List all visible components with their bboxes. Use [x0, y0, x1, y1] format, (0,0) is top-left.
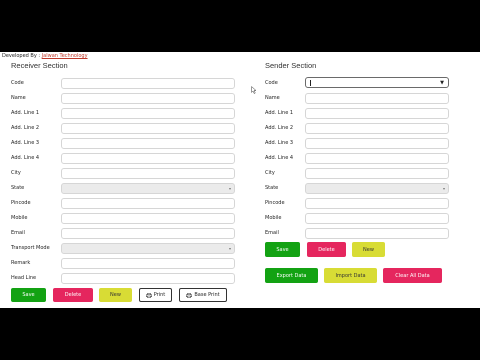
printer-icon: [145, 292, 152, 298]
sender-email-input[interactable]: [305, 228, 449, 239]
base-print-button[interactable]: Base Print: [179, 288, 227, 302]
sender-state-select[interactable]: ▾: [305, 183, 449, 194]
receiver-city-input[interactable]: [61, 168, 235, 179]
import-data-button[interactable]: Import Data: [324, 268, 377, 283]
print-label: Print: [153, 292, 166, 298]
sender-code-select[interactable]: ▼: [305, 77, 449, 88]
sender-save-button[interactable]: Save: [265, 242, 300, 257]
header-divider: [0, 59, 480, 60]
base-print-label: Base Print: [194, 292, 220, 298]
receiver-email-label: Email: [11, 230, 25, 236]
sender-save-label: Save: [276, 246, 289, 253]
app-page: Developed By : Jalwan Technology Receive…: [0, 52, 480, 308]
printer-icon: [186, 292, 193, 298]
sender-mobile-label: Mobile: [265, 215, 282, 221]
receiver-new-button[interactable]: New: [99, 288, 132, 302]
sender-delete-button[interactable]: Delete: [307, 242, 346, 257]
sender-email-label: Email: [265, 230, 279, 236]
receiver-mobile-input[interactable]: [61, 213, 235, 224]
import-data-label: Import Data: [335, 272, 366, 279]
sender-new-button[interactable]: New: [352, 242, 385, 257]
receiver-add3-input[interactable]: [61, 138, 235, 149]
chevron-down-icon: ▾: [442, 186, 445, 191]
sender-name-label: Name: [265, 95, 280, 101]
sender-add1-label: Add. Line 1: [265, 110, 294, 116]
receiver-state-select[interactable]: ▾: [61, 183, 235, 194]
clear-all-data-button[interactable]: Clear All Data: [383, 268, 442, 283]
sender-add4-input[interactable]: [305, 153, 449, 164]
sender-add1-input[interactable]: [305, 108, 449, 119]
receiver-add3-label: Add. Line 3: [11, 140, 40, 146]
receiver-add4-label: Add. Line 4: [11, 155, 40, 161]
receiver-save-button[interactable]: Save: [11, 288, 46, 302]
sender-city-label: City: [265, 170, 275, 176]
receiver-city-label: City: [11, 170, 21, 176]
sender-section-title: Sender Section: [265, 61, 317, 70]
clear-all-data-label: Clear All Data: [395, 272, 430, 279]
sender-name-input[interactable]: [305, 93, 449, 104]
chevron-down-icon: ▾: [228, 246, 231, 251]
export-data-label: Export Data: [276, 272, 307, 279]
receiver-save-label: Save: [22, 292, 35, 298]
receiver-remark-label: Remark: [11, 260, 31, 266]
text-cursor: [310, 80, 311, 86]
chevron-down-icon: ▼: [440, 79, 444, 86]
receiver-add1-label: Add. Line 1: [11, 110, 40, 116]
receiver-new-label: New: [110, 292, 121, 298]
receiver-mobile-label: Mobile: [11, 215, 28, 221]
receiver-headline-input[interactable]: [61, 273, 235, 284]
receiver-transport-select[interactable]: ▾: [61, 243, 235, 254]
sender-add4-label: Add. Line 4: [265, 155, 294, 161]
receiver-add1-input[interactable]: [61, 108, 235, 119]
chevron-down-icon: ▾: [228, 186, 231, 191]
receiver-code-input[interactable]: [61, 78, 235, 89]
receiver-add2-input[interactable]: [61, 123, 235, 134]
receiver-email-input[interactable]: [61, 228, 235, 239]
receiver-pincode-label: Pincode: [11, 200, 31, 206]
receiver-add2-label: Add. Line 2: [11, 125, 40, 131]
sender-add3-label: Add. Line 3: [265, 140, 294, 146]
sender-state-label: State: [265, 185, 279, 191]
sender-city-input[interactable]: [305, 168, 449, 179]
sender-pincode-label: Pincode: [265, 200, 285, 206]
print-button[interactable]: Print: [139, 288, 172, 302]
receiver-code-label: Code: [11, 80, 24, 86]
sender-new-label: New: [363, 246, 374, 253]
receiver-delete-label: Delete: [64, 292, 82, 298]
sender-mobile-input[interactable]: [305, 213, 449, 224]
sender-add3-input[interactable]: [305, 138, 449, 149]
sender-delete-label: Delete: [318, 246, 335, 253]
export-data-button[interactable]: Export Data: [265, 268, 318, 283]
sender-add2-input[interactable]: [305, 123, 449, 134]
sender-add2-label: Add. Line 2: [265, 125, 294, 131]
sender-code-label: Code: [265, 80, 278, 86]
receiver-delete-button[interactable]: Delete: [53, 288, 93, 302]
receiver-state-label: State: [11, 185, 25, 191]
receiver-name-input[interactable]: [61, 93, 235, 104]
receiver-transport-label: Transport Mode: [11, 245, 50, 251]
receiver-pincode-input[interactable]: [61, 198, 235, 209]
receiver-remark-input[interactable]: [61, 258, 235, 269]
receiver-headline-label: Head Line: [11, 275, 37, 281]
receiver-name-label: Name: [11, 95, 26, 101]
mouse-pointer-icon: [251, 86, 257, 94]
receiver-add4-input[interactable]: [61, 153, 235, 164]
receiver-section-title: Receiver Section: [11, 61, 68, 70]
sender-pincode-input[interactable]: [305, 198, 449, 209]
